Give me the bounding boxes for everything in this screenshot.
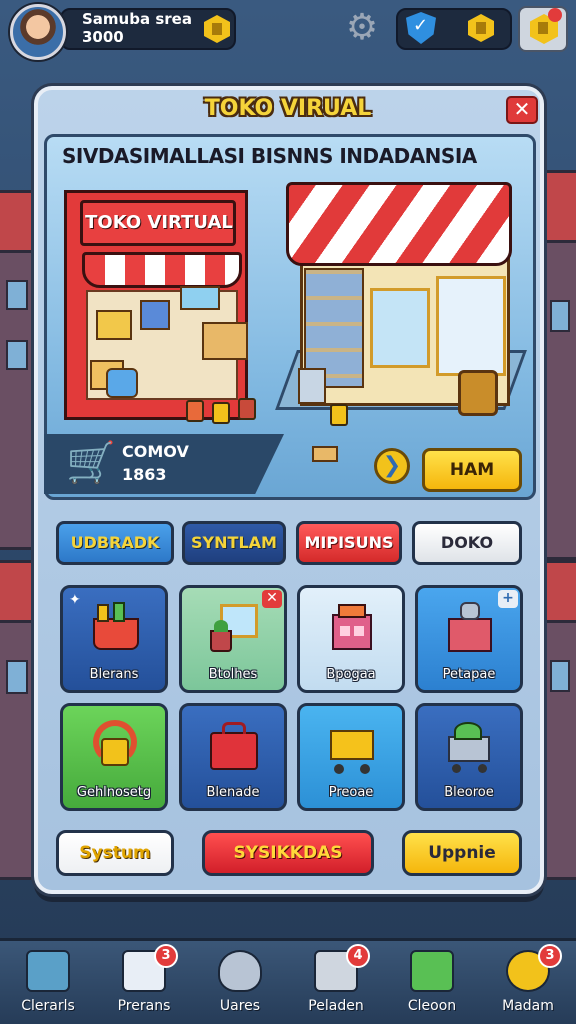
bg-window <box>550 660 570 692</box>
box-icon <box>442 600 498 656</box>
striped-awning <box>82 252 242 288</box>
tab-toko[interactable]: DOKO <box>412 521 522 565</box>
yellow-cart-icon <box>324 718 380 774</box>
nav-item-clerarls[interactable]: Clerarls <box>0 946 96 1022</box>
stats-value: 1863 <box>122 465 167 484</box>
bag-icon <box>218 950 262 992</box>
nav-label: Uares <box>219 998 261 1014</box>
tile-label: Bpogaa <box>326 667 376 682</box>
tab-system[interactable]: SYNTLAM <box>182 521 286 565</box>
tile-label: Btolhes <box>208 667 258 682</box>
goods-jar <box>106 368 138 398</box>
bg-window <box>550 300 570 332</box>
box-icon <box>26 950 70 992</box>
nav-label: Cleoon <box>407 998 457 1014</box>
panel-title: TOKO VIRUAL <box>204 96 372 121</box>
can-item <box>212 402 230 424</box>
storefront-door <box>370 288 430 368</box>
can-item <box>238 398 256 420</box>
remove-icon[interactable]: ✕ <box>262 590 282 608</box>
tile-petapae[interactable]: + Petapae <box>415 585 523 693</box>
tile-btolhes[interactable]: ✕ Btolhes <box>179 585 287 693</box>
goods-box <box>140 300 170 330</box>
nav-label: Madam <box>502 998 554 1014</box>
store-sign-text: TOKO VIRTUAL <box>85 212 233 233</box>
tile-label: Bleoroe <box>444 785 494 800</box>
bg-window <box>6 340 28 370</box>
next-arrow-button[interactable]: ❯ <box>374 448 410 484</box>
sysikkdas-button[interactable]: SYSIKKDAS <box>202 830 374 876</box>
tab-upgrade[interactable]: UDBRADK <box>56 521 174 565</box>
nav-label: Peladen <box>308 998 364 1014</box>
avatar[interactable] <box>10 4 66 60</box>
nav-item-cleoon[interactable]: Cleoon <box>384 946 480 1022</box>
tile-label: Preoae <box>328 785 374 800</box>
player-name: Samuba srea <box>82 10 192 28</box>
nav-item-uares[interactable]: Uares <box>192 946 288 1022</box>
top-bar: Samuba srea 3000 ⚙ <box>0 0 576 60</box>
goods-box <box>180 286 220 310</box>
tile-bpogaa[interactable]: Bpogaa <box>297 585 405 693</box>
shopping-cart-icon: 🛒 <box>66 440 116 486</box>
grocery-cart-icon <box>442 718 498 774</box>
small-box <box>312 446 338 462</box>
nav-item-madam[interactable]: 3 Madam <box>480 944 576 1022</box>
red-case-icon <box>206 718 262 774</box>
goods-box <box>96 310 132 340</box>
tile-gehlnosetg[interactable]: Gehlnosetg <box>60 703 168 811</box>
bg-building <box>542 620 576 880</box>
coin-count: 3000 <box>82 28 124 46</box>
sparkle-icon: ✦ <box>69 592 81 608</box>
nav-item-prerans[interactable]: 3 Prerans <box>96 944 192 1022</box>
building-icon <box>324 600 380 656</box>
update-button[interactable]: Uppnie <box>402 830 522 876</box>
picture-frame-icon <box>206 600 262 656</box>
nav-item-peladen[interactable]: 4 Peladen <box>288 944 384 1022</box>
notification-badge: 3 <box>154 944 178 968</box>
system-button[interactable]: Systum <box>56 830 174 876</box>
tile-bleoroe[interactable]: Bleoroe <box>415 703 523 811</box>
settings-gear-icon[interactable]: ⚙ <box>344 10 380 46</box>
tile-label: Blenade <box>206 785 260 800</box>
notification-dot <box>548 8 562 22</box>
barrel <box>458 370 498 416</box>
shopping-basket-icon <box>87 600 143 656</box>
notification-badge: 4 <box>346 944 370 968</box>
can-item <box>186 400 204 422</box>
storefront-awning <box>286 182 512 266</box>
nav-label: Prerans <box>117 998 171 1014</box>
bg-window <box>6 660 28 694</box>
bg-window <box>6 280 28 310</box>
hero-action-button[interactable]: HAM <box>422 448 522 492</box>
vending-box <box>298 368 326 404</box>
bg-building <box>542 240 576 560</box>
can-item <box>330 404 348 426</box>
tile-preoae[interactable]: Preoae <box>297 703 405 811</box>
close-button[interactable]: ✕ <box>506 96 538 124</box>
notification-badge: 3 <box>538 944 562 968</box>
add-icon[interactable]: + <box>498 590 518 608</box>
bg-roof <box>540 170 576 250</box>
storefront-window <box>436 276 506 376</box>
leaf-icon <box>410 950 454 992</box>
tile-blenade[interactable]: Blenade <box>179 703 287 811</box>
cardboard-box <box>202 322 248 360</box>
tab-mission[interactable]: MIPISUNS <box>296 521 402 565</box>
hero-title: SIVDASIMALLASI BISNNS INDADANSIA <box>62 144 477 168</box>
tile-label: Gehlnosetg <box>76 785 152 800</box>
tile-blerans[interactable]: ✦ Blerans <box>60 585 168 693</box>
headphones-icon <box>87 718 143 774</box>
stats-label: COMOV <box>122 442 189 461</box>
tile-label: Petapae <box>442 667 496 682</box>
nav-label: Clerarls <box>21 998 75 1014</box>
bg-building <box>0 620 36 880</box>
tile-label: Blerans <box>89 667 139 682</box>
